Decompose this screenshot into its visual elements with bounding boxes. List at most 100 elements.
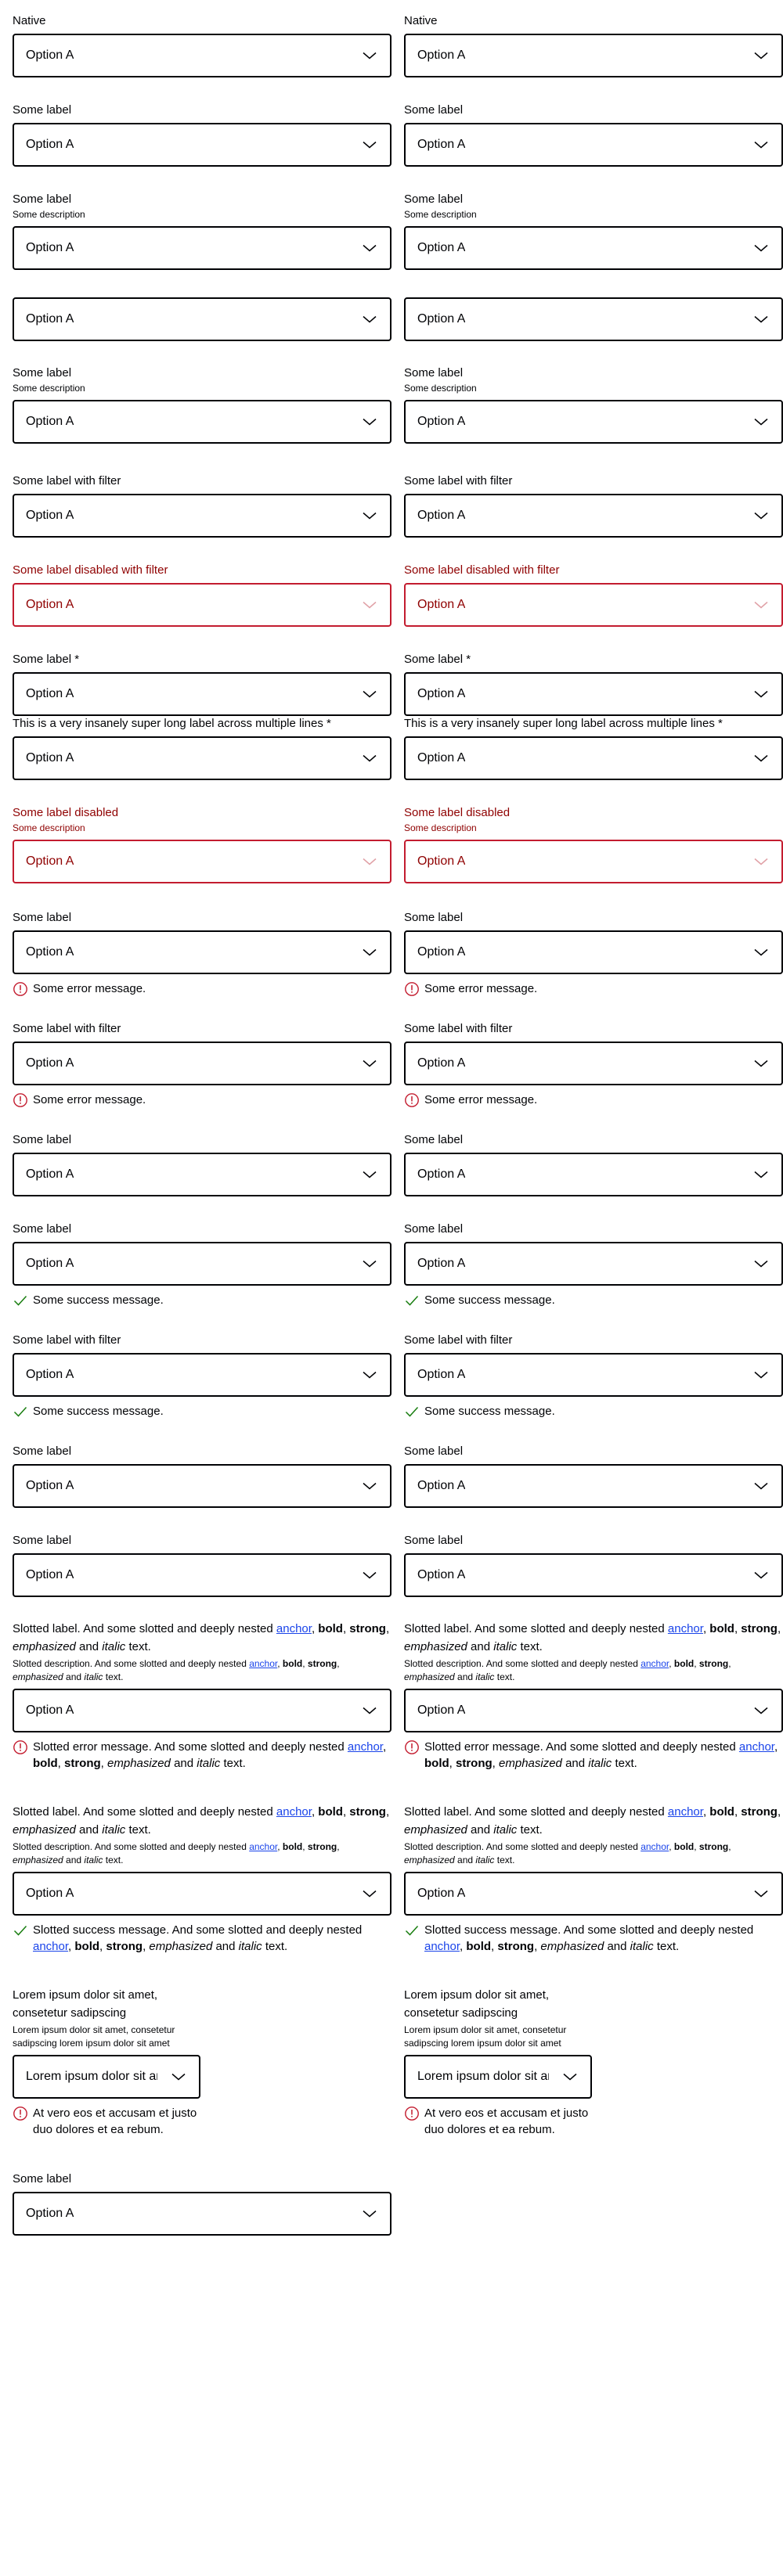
anchor-link[interactable]: anchor xyxy=(424,1940,460,1953)
anchor-link[interactable]: anchor xyxy=(249,1658,277,1669)
select-field[interactable]: Option A xyxy=(404,1242,783,1286)
native-select[interactable]: Option A xyxy=(404,34,783,77)
chevron-down-icon xyxy=(752,852,770,871)
italic-text: italic xyxy=(588,1757,612,1770)
separator: , xyxy=(777,1622,781,1635)
strong-text: strong xyxy=(307,1841,337,1852)
select-field[interactable]: Option A xyxy=(13,297,392,341)
select-field[interactable]: Option A xyxy=(404,930,783,974)
field-description: Some description xyxy=(13,383,85,394)
select-field[interactable]: Option A xyxy=(13,930,392,974)
select-field[interactable]: Option A xyxy=(13,672,392,716)
error-icon xyxy=(404,981,420,997)
select-field[interactable]: Option A xyxy=(13,1689,392,1732)
anchor-link[interactable]: anchor xyxy=(348,1740,383,1754)
select-group: Some label Option A xyxy=(13,1532,392,1597)
selected-value: Option A xyxy=(417,598,466,611)
success-text: Some success message. xyxy=(33,1293,164,1307)
filter-select-field[interactable]: Option A xyxy=(404,1042,783,1085)
field-label: Some label xyxy=(404,1445,464,1458)
suffix-text: text. xyxy=(262,1940,288,1953)
bold-text: bold xyxy=(709,1622,734,1635)
anchor-link[interactable]: anchor xyxy=(640,1658,669,1669)
native-select[interactable]: Option A xyxy=(13,34,392,77)
error-text: At vero eos et accusam et justo duo dolo… xyxy=(33,2106,197,2136)
selected-value: Option A xyxy=(417,1479,466,1492)
chevron-down-icon xyxy=(752,943,770,962)
select-field[interactable]: Option A xyxy=(13,1153,392,1196)
narrow-select-field[interactable]: Lorem ipsum dolor sit amet xyxy=(13,2055,200,2099)
filter-select-field[interactable]: Option A xyxy=(13,1353,392,1397)
separator: and xyxy=(170,1757,197,1770)
select-field[interactable]: Option A xyxy=(13,226,392,270)
anchor-link[interactable]: anchor xyxy=(249,1841,277,1852)
slotted-description: Slotted description. And some slotted an… xyxy=(13,1657,392,1684)
field-label: Some label xyxy=(404,1534,464,1547)
suffix-text: text. xyxy=(517,1640,543,1653)
select-field[interactable]: Option A xyxy=(13,1553,392,1597)
select-field[interactable]: Option A xyxy=(404,736,783,780)
select-field[interactable]: Option A xyxy=(13,2192,392,2236)
error-text: Some error message. xyxy=(424,1093,538,1106)
filter-select-field[interactable]: Option A xyxy=(13,494,392,538)
select-field[interactable]: Option A xyxy=(404,297,783,341)
chevron-down-icon xyxy=(752,1884,770,1903)
separator: and xyxy=(467,1823,494,1837)
separator: , xyxy=(694,1841,699,1852)
selected-value: Option A xyxy=(417,1368,466,1381)
select-group-filter-error: Some label with filter Option A Some err… xyxy=(404,1020,783,1108)
message-text: Slotted success message. And some slotte… xyxy=(33,1923,363,1937)
slotted-success-message: Slotted success message. And some slotte… xyxy=(404,1922,783,1955)
select-field[interactable]: Option A xyxy=(404,1464,783,1508)
select-field[interactable]: Option A xyxy=(13,123,392,167)
field-label: Some label * xyxy=(13,653,80,666)
select-group-no-label: Option A xyxy=(404,293,783,341)
narrow-select-field[interactable]: Lorem ipsum dolor sit amet xyxy=(404,2055,592,2099)
select-field[interactable]: Option A xyxy=(13,1242,392,1286)
select-field[interactable]: Option A xyxy=(404,226,783,270)
anchor-link[interactable]: anchor xyxy=(276,1805,312,1819)
anchor-link[interactable]: anchor xyxy=(668,1622,703,1635)
select-field[interactable]: Option A xyxy=(13,1872,392,1916)
anchor-link[interactable]: anchor xyxy=(640,1841,669,1852)
error-text: Slotted error message. And some slotted … xyxy=(424,1739,783,1772)
chevron-down-icon xyxy=(360,310,379,329)
success-text: Some success message. xyxy=(424,1293,555,1307)
select-field[interactable]: Option A xyxy=(404,400,783,444)
select-field[interactable]: Option A xyxy=(404,1689,783,1732)
anchor-link[interactable]: anchor xyxy=(668,1805,703,1819)
chevron-down-icon xyxy=(752,1701,770,1720)
chevron-down-icon xyxy=(752,1566,770,1585)
separator: , xyxy=(449,1757,456,1770)
anchor-link[interactable]: anchor xyxy=(739,1740,774,1754)
field-description: Some description xyxy=(404,383,477,394)
check-icon xyxy=(13,1404,28,1419)
filter-select-field[interactable]: Option A xyxy=(404,1353,783,1397)
anchor-link[interactable]: anchor xyxy=(33,1940,68,1953)
field-label: Some label xyxy=(13,366,72,380)
italic-text: italic xyxy=(475,1855,495,1865)
separator: , xyxy=(385,1805,390,1819)
select-field[interactable]: Option A xyxy=(404,1872,783,1916)
bold-text: bold xyxy=(282,1841,303,1852)
field-description: Lorem ipsum dolor sit amet, consetetur s… xyxy=(404,2024,567,2049)
select-field[interactable]: Option A xyxy=(404,672,783,716)
filter-select-field[interactable]: Option A xyxy=(404,494,783,538)
field-label: Some label xyxy=(404,1133,464,1146)
field-label: Some label with filter xyxy=(404,1333,513,1347)
select-field[interactable]: Option A xyxy=(404,123,783,167)
strong-text: strong xyxy=(741,1622,778,1635)
emphasized-text: emphasized xyxy=(13,1855,63,1865)
select-field[interactable]: Option A xyxy=(13,400,392,444)
anchor-link[interactable]: anchor xyxy=(276,1622,312,1635)
select-field[interactable]: Option A xyxy=(404,1153,783,1196)
message-text: Slotted error message. And some slotted … xyxy=(33,1740,348,1754)
select-field[interactable]: Option A xyxy=(13,1464,392,1508)
description-text: Slotted description. And some slotted an… xyxy=(404,1841,641,1852)
select-field[interactable]: Option A xyxy=(13,736,392,780)
error-icon xyxy=(13,1092,28,1108)
select-field[interactable]: Option A xyxy=(404,1553,783,1597)
slotted-description: Slotted description. And some slotted an… xyxy=(404,1657,783,1684)
field-description: Lorem ipsum dolor sit amet, consetetur s… xyxy=(13,2024,175,2049)
filter-select-field[interactable]: Option A xyxy=(13,1042,392,1085)
